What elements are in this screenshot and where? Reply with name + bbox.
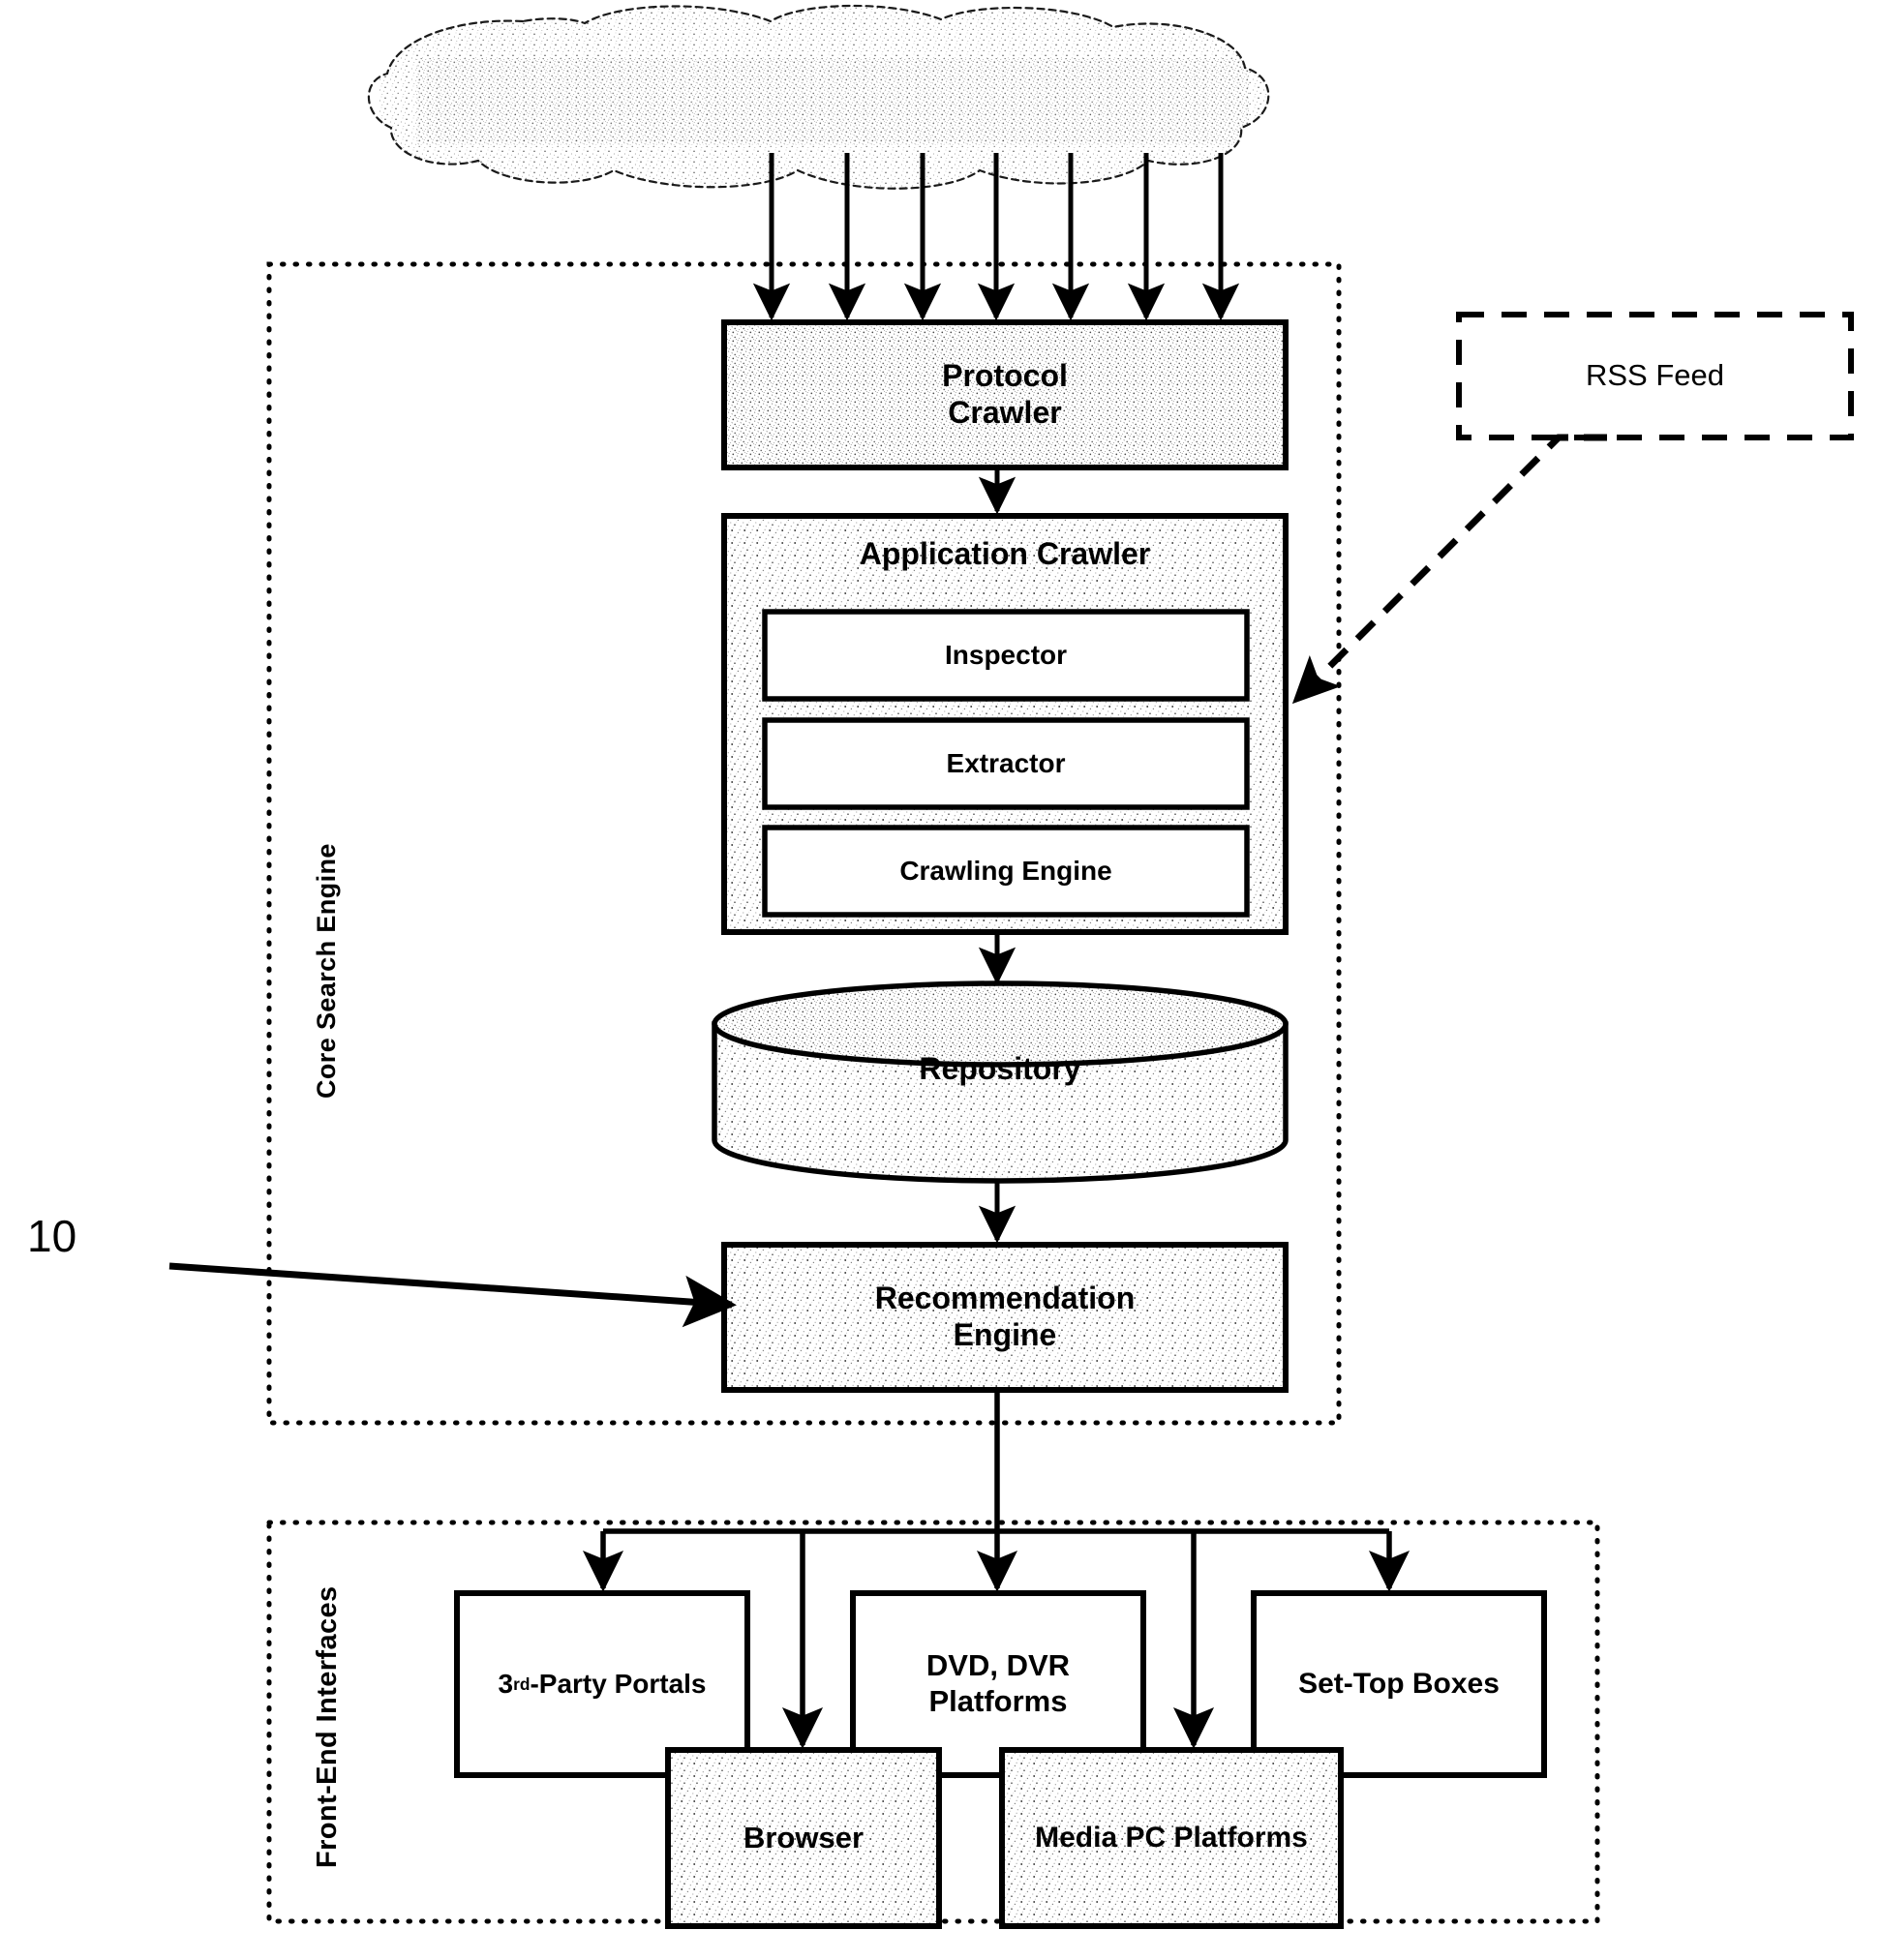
inspector-box[interactable]	[762, 609, 1250, 702]
crawling-engine-box[interactable]	[762, 825, 1250, 918]
repository-cylinder[interactable]	[712, 980, 1289, 1184]
rss-feed-box[interactable]	[1456, 312, 1854, 440]
protocol-crawler-box[interactable]	[721, 319, 1289, 470]
front-end-interfaces-label: Front-End Interfaces	[312, 1585, 343, 1868]
rss-to-application-crawler-arrow	[1291, 434, 1607, 705]
recommendation-engine-box[interactable]	[721, 1242, 1289, 1393]
core-search-engine-label: Core Search Engine	[312, 843, 341, 1099]
reference-leader-line	[168, 1262, 737, 1328]
patent-figure: 10 Core Search Engine Front-End Interfac…	[0, 0, 1881, 1960]
diagram-canvas	[168, 4, 1854, 1929]
extractor-box[interactable]	[762, 717, 1250, 810]
browser-box[interactable]	[665, 1747, 942, 1929]
network-cloud	[367, 4, 1270, 190]
media-pc-platforms-box[interactable]	[999, 1747, 1344, 1929]
reference-numeral-10: 10	[27, 1211, 77, 1261]
